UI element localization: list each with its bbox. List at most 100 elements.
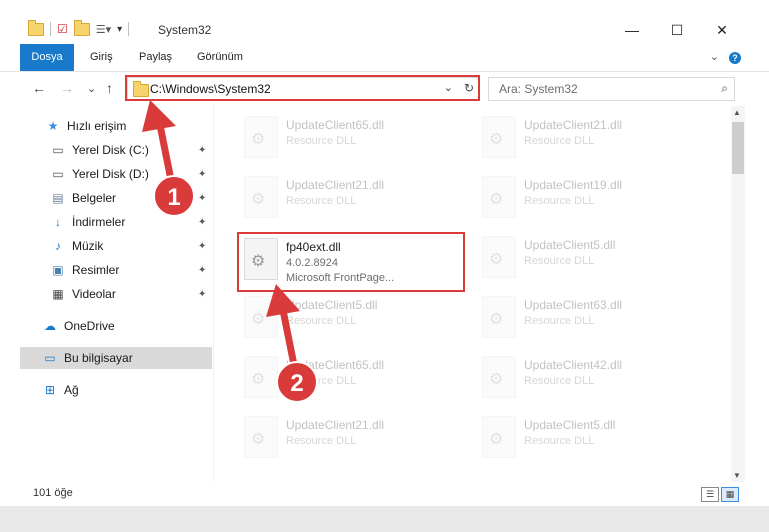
music-icon: ♪: [55, 239, 61, 253]
sidebar-item-label: Resimler: [72, 263, 120, 277]
file-description: Resource DLL: [286, 195, 357, 207]
file-name: UpdateClient5.dll: [524, 418, 616, 432]
vertical-scrollbar[interactable]: ▲ ▼: [731, 106, 745, 482]
properties-icon[interactable]: ☑: [57, 22, 68, 36]
view-icon[interactable]: ☰▾: [96, 23, 111, 36]
sidebar-item-quick-access[interactable]: ★ Hızlı erişim: [45, 115, 213, 137]
file-description: Resource DLL: [286, 315, 357, 327]
dll-file-icon: [482, 236, 516, 278]
dll-file-icon: [244, 356, 278, 398]
sidebar-item-label: Hızlı erişim: [67, 119, 127, 133]
ribbon-expand-icon[interactable]: ⌄: [710, 50, 719, 63]
sidebar-item-pictures[interactable]: ▣ Resimler ✦: [0, 259, 213, 281]
scrollbar-thumb[interactable]: [732, 122, 744, 174]
list-item[interactable]: UpdateClient21.dll Resource DLL: [240, 172, 462, 224]
forward-button[interactable]: →: [60, 80, 74, 96]
pin-icon: ✦: [198, 216, 207, 228]
videos-icon: ▦: [52, 287, 64, 301]
address-highlight-box: [125, 75, 480, 101]
toolbar-separator: [128, 22, 130, 36]
pin-icon: ✦: [198, 168, 207, 180]
sidebar-item-this-pc[interactable]: ▭ Bu bilgisayar: [20, 347, 212, 369]
file-list: UpdateClient65.dll Resource DLL UpdateCl…: [214, 106, 730, 482]
file-description: Resource DLL: [524, 375, 595, 387]
dll-file-icon: [244, 416, 278, 458]
file-name: UpdateClient19.dll: [524, 178, 623, 192]
maximize-button[interactable]: ☐: [657, 18, 697, 42]
list-item[interactable]: UpdateClient42.dll Resource DLL: [478, 352, 700, 404]
minimize-button[interactable]: —: [612, 18, 652, 42]
pictures-icon: ▣: [52, 263, 64, 277]
list-item[interactable]: UpdateClient65.dll Resource DLL: [240, 112, 462, 164]
file-description: Resource DLL: [286, 435, 357, 447]
dll-file-icon: [244, 296, 278, 338]
tab-file[interactable]: Dosya: [20, 44, 74, 71]
window-title: System32: [158, 23, 212, 37]
computer-icon: ▭: [44, 351, 56, 365]
sidebar-item-onedrive[interactable]: ☁ OneDrive: [0, 315, 213, 337]
bottom-strip: [0, 506, 769, 532]
sidebar-item-videos[interactable]: ▦ Videolar ✦: [0, 283, 213, 305]
status-bar: 101 öğe ☰ ▦: [0, 482, 769, 506]
search-icon[interactable]: ⌕: [721, 81, 728, 96]
large-icons-view-icon[interactable]: ▦: [721, 487, 739, 502]
sidebar-item-label: İndirmeler: [72, 215, 126, 229]
list-item[interactable]: UpdateClient5.dll Resource DLL: [478, 232, 700, 284]
customize-toolbar-icon[interactable]: ▾: [117, 24, 122, 35]
sidebar-item-local-disk-d[interactable]: ▭ Yerel Disk (D:) ✦: [0, 163, 213, 185]
file-name: UpdateClient21.dll: [524, 118, 623, 132]
folder-icon[interactable]: [28, 19, 44, 36]
navigation-pane: ★ Hızlı erişim ▭ Yerel Disk (C:) ✦ ▭ Yer…: [0, 110, 213, 480]
sidebar-item-local-disk-c[interactable]: ▭ Yerel Disk (C:) ✦: [0, 139, 213, 161]
list-item[interactable]: UpdateClient21.dll Resource DLL: [478, 112, 700, 164]
tab-home[interactable]: Giriş: [90, 44, 113, 71]
tab-view[interactable]: Görünüm: [197, 44, 243, 71]
toolbar-separator: [50, 22, 51, 36]
file-name: UpdateClient21.dll: [286, 178, 385, 192]
tab-share[interactable]: Paylaş: [139, 44, 172, 71]
file-description: Resource DLL: [524, 195, 595, 207]
dll-file-icon: [482, 176, 516, 218]
pin-icon: ✦: [198, 192, 207, 204]
dll-file-icon: [482, 416, 516, 458]
up-button[interactable]: ↑: [106, 80, 113, 96]
sidebar-item-label: OneDrive: [64, 319, 115, 333]
sidebar-item-label: Müzik: [72, 239, 104, 253]
pin-icon: ✦: [198, 144, 207, 156]
list-item[interactable]: UpdateClient63.dll Resource DLL: [478, 292, 700, 344]
file-name: UpdateClient5.dll: [524, 238, 616, 252]
file-name: UpdateClient65.dll: [286, 118, 385, 132]
scroll-up-icon[interactable]: ▲: [733, 108, 741, 117]
sidebar-item-label: Belgeler: [72, 191, 117, 205]
list-item[interactable]: UpdateClient65.dll Resource DLL: [240, 352, 462, 404]
sidebar-item-documents[interactable]: ▤ Belgeler ✦: [0, 187, 213, 209]
search-input[interactable]: Ara: System32: [499, 82, 578, 96]
details-view-icon[interactable]: ☰: [701, 487, 719, 502]
help-icon[interactable]: ?: [729, 52, 741, 64]
quick-access-toolbar: ☑ ☰▾ ▾: [28, 19, 130, 36]
scroll-down-icon[interactable]: ▼: [733, 471, 741, 480]
sidebar-item-downloads[interactable]: ↓ İndirmeler ✦: [0, 211, 213, 233]
sidebar-item-label: Ağ: [64, 383, 79, 397]
list-item[interactable]: UpdateClient21.dll Resource DLL: [240, 412, 462, 464]
recent-locations-button[interactable]: ⌄: [87, 82, 96, 95]
new-folder-icon[interactable]: [73, 19, 90, 36]
sidebar-item-label: Bu bilgisayar: [64, 351, 133, 365]
close-button[interactable]: ✕: [702, 18, 742, 42]
dll-file-icon: [482, 296, 516, 338]
file-description: Resource DLL: [524, 255, 595, 267]
cloud-icon: ☁: [44, 319, 56, 333]
sidebar-item-music[interactable]: ♪ Müzik ✦: [0, 235, 213, 257]
drive-icon: ▭: [52, 143, 64, 157]
file-name: UpdateClient42.dll: [524, 358, 623, 372]
list-item[interactable]: UpdateClient5.dll Resource DLL: [478, 412, 700, 464]
back-button[interactable]: ←: [32, 80, 46, 96]
file-description: Resource DLL: [524, 435, 595, 447]
list-item[interactable]: UpdateClient19.dll Resource DLL: [478, 172, 700, 224]
search-box[interactable]: Ara: System32 ⌕: [488, 77, 735, 101]
documents-icon: ▤: [52, 191, 64, 205]
dll-file-icon: [482, 116, 516, 158]
list-item[interactable]: UpdateClient5.dll Resource DLL: [240, 292, 462, 344]
sidebar-item-network[interactable]: ⊞ Ağ: [0, 379, 213, 401]
file-highlight-box: [237, 232, 465, 292]
